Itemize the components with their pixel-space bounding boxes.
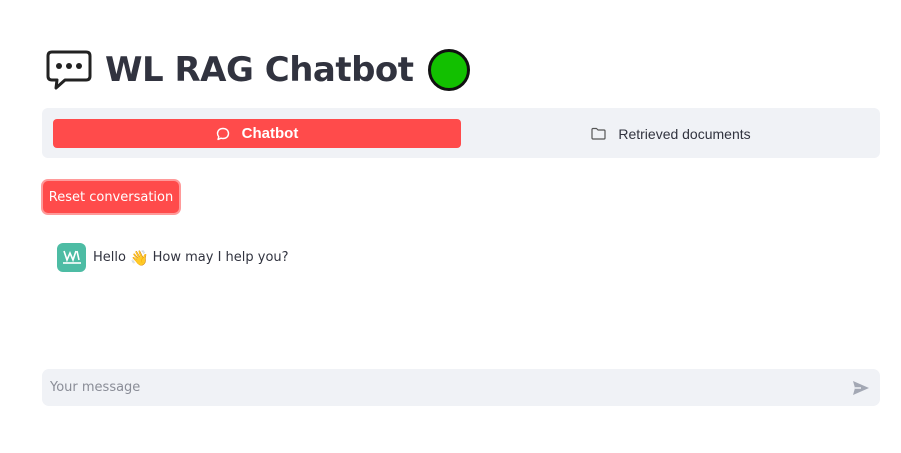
waving-hand-emoji: 👋	[129, 248, 149, 267]
message-body: How may I help you?	[152, 250, 289, 265]
worldline-logo-icon	[62, 250, 81, 264]
speech-bubble-icon	[45, 48, 93, 92]
chat-message: Hello 👋 How may I help you?	[57, 243, 289, 272]
page-header: WL RAG Chatbot	[45, 46, 470, 94]
folder-icon	[591, 127, 606, 140]
chat-bubble-icon	[216, 127, 230, 141]
message-text: Hello 👋 How may I help you?	[93, 249, 289, 267]
status-indicator	[427, 49, 470, 91]
tab-retrieved-documents[interactable]: Retrieved documents	[471, 119, 871, 148]
assistant-avatar	[57, 243, 86, 272]
tab-chatbot-label: Chatbot	[241, 125, 299, 142]
tab-retrieved-documents-label: Retrieved documents	[618, 125, 751, 142]
tab-bar: Chatbot Retrieved documents	[42, 108, 880, 158]
message-greeting: Hello	[93, 250, 126, 265]
page-title: WL RAG Chatbot	[105, 50, 414, 90]
tab-chatbot[interactable]: Chatbot	[53, 119, 461, 148]
reset-conversation-button[interactable]: Reset conversation	[41, 179, 181, 215]
send-icon[interactable]	[851, 378, 871, 398]
message-input[interactable]	[50, 369, 840, 406]
chat-input-container	[42, 369, 880, 406]
